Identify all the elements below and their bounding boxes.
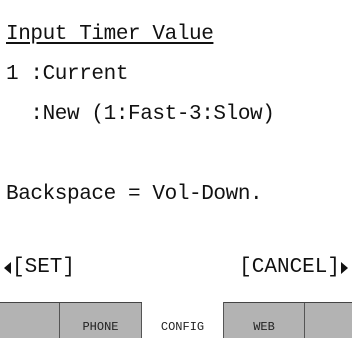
tab-blank-right	[305, 303, 352, 338]
cancel-softkey-label: [CANCEL]	[239, 256, 340, 279]
tab-web[interactable]: WEB	[224, 303, 305, 338]
tab-phone[interactable]: PHONE	[60, 303, 142, 338]
screen-title: Input Timer Value	[6, 23, 214, 46]
backspace-hint: Backspace = Vol-Down.	[6, 183, 263, 206]
tab-config[interactable]: CONFIG	[142, 302, 224, 338]
cancel-softkey[interactable]: [CANCEL]	[239, 255, 348, 281]
set-softkey-label: [SET]	[12, 256, 76, 279]
new-value-row[interactable]: :New (1:Fast-3:Slow)	[6, 102, 274, 128]
current-value-row: 1 :Current	[6, 63, 129, 86]
set-softkey[interactable]: [SET]	[4, 255, 75, 281]
left-arrow-icon	[4, 262, 11, 274]
right-arrow-icon	[341, 262, 348, 274]
softkey-bar: [SET] [CANCEL]	[0, 255, 352, 281]
tab-blank-left	[0, 303, 60, 338]
phone-display: Input Timer Value 1 :Current :New (1:Fas…	[0, 0, 352, 338]
mode-tab-bar: PHONE CONFIG WEB	[0, 302, 352, 338]
